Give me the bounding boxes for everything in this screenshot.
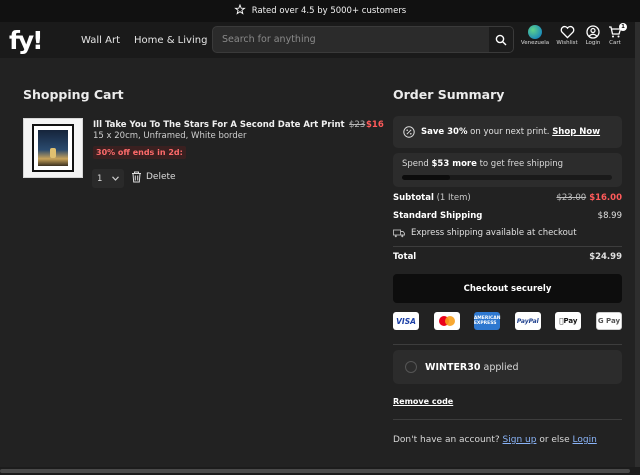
percent-badge-icon xyxy=(403,126,415,138)
coupon-code: WINTER30 xyxy=(425,361,481,373)
amex-icon: AMERICAN EXPRESS xyxy=(474,312,501,330)
total-row: Total $24.99 xyxy=(393,252,622,262)
account-divider xyxy=(393,419,622,420)
coupon-applied-card: WINTER30 applied xyxy=(393,350,622,384)
account-prompt: Don't have an account? Sign up or else L… xyxy=(393,435,597,445)
express-note: Express shipping available at checkout xyxy=(393,228,622,238)
search-bar xyxy=(212,26,514,53)
rating-banner: Rated over 4.5 by 5000+ customers xyxy=(0,0,640,22)
order-summary-title: Order Summary xyxy=(393,87,505,102)
remove-code-link[interactable]: Remove code xyxy=(393,397,453,406)
cart-button[interactable]: Cart 1 xyxy=(599,23,631,46)
search-button[interactable] xyxy=(489,27,513,52)
rating-text: Rated over 4.5 by 5000+ customers xyxy=(251,6,407,16)
apple-pay-icon: Pay xyxy=(555,312,582,330)
free-shipping-progress-bar xyxy=(402,175,612,180)
payment-methods: VISA AMERICANEXPRESS PayPal Pay G Pay xyxy=(393,312,622,330)
heart-icon xyxy=(560,25,574,39)
horizontal-scrollbar[interactable] xyxy=(0,467,640,475)
free-shipping-card: Spend $53 more to get free shipping xyxy=(393,153,622,187)
delete-item-button[interactable]: Delete xyxy=(131,171,176,183)
shipping-value: $8.99 xyxy=(597,211,622,221)
product-thumbnail[interactable] xyxy=(23,118,83,178)
coupon-divider xyxy=(393,344,622,345)
mastercard-icon xyxy=(433,312,460,330)
chevron-down-icon xyxy=(112,176,119,181)
visa-icon: VISA xyxy=(393,312,419,330)
original-price: $23 xyxy=(349,120,366,130)
rating-stars-icon xyxy=(233,3,246,19)
subtotal-original: $23.00 xyxy=(556,193,587,203)
checkout-button[interactable]: Checkout securely xyxy=(393,274,622,303)
google-pay-icon: G Pay xyxy=(595,312,622,330)
nav-home-living[interactable]: Home & Living xyxy=(134,22,207,58)
nav-wall-art[interactable]: Wall Art xyxy=(81,22,120,58)
discount-countdown-badge: 30% off ends in 2d: xyxy=(93,146,186,159)
product-title[interactable]: Ill Take You To The Stars For A Second D… xyxy=(93,120,345,130)
region-selector[interactable]: Venezuela xyxy=(519,25,551,46)
search-icon xyxy=(495,34,507,45)
site-header: fy! Wall Art Home & Living Venezuela Wis… xyxy=(0,22,640,58)
sale-price: $16 xyxy=(366,120,384,130)
save-promo-card: Save 30% on your next print. Shop Now xyxy=(393,116,622,148)
sign-up-link[interactable]: Sign up xyxy=(503,435,537,445)
quantity-select[interactable]: 1 xyxy=(92,169,124,188)
shipping-row: Standard Shipping $8.99 xyxy=(393,211,622,221)
truck-icon xyxy=(393,229,405,237)
progress-fill xyxy=(402,175,451,180)
vertical-scrollbar[interactable] xyxy=(635,22,640,467)
check-circle-icon xyxy=(405,361,417,373)
fy-logo[interactable]: fy! xyxy=(9,27,57,53)
cart-count-badge: 1 xyxy=(619,23,627,31)
login-link[interactable]: Login xyxy=(573,435,597,445)
globe-icon xyxy=(528,25,542,39)
shop-now-link[interactable]: Shop Now xyxy=(552,127,600,137)
user-icon xyxy=(586,25,600,39)
total-value: $24.99 xyxy=(589,252,622,262)
subtotal-discounted: $16.00 xyxy=(589,193,622,203)
paypal-icon: PayPal xyxy=(514,312,541,330)
shopping-cart-title: Shopping Cart xyxy=(23,87,124,102)
subtotal-row: Subtotal (1 Item) $23.00 $16.00 xyxy=(393,193,622,203)
search-input[interactable] xyxy=(213,27,489,52)
summary-divider xyxy=(393,246,622,247)
trash-icon xyxy=(132,171,141,183)
product-options: 15 x 20cm, Unframed, White border xyxy=(93,131,247,141)
